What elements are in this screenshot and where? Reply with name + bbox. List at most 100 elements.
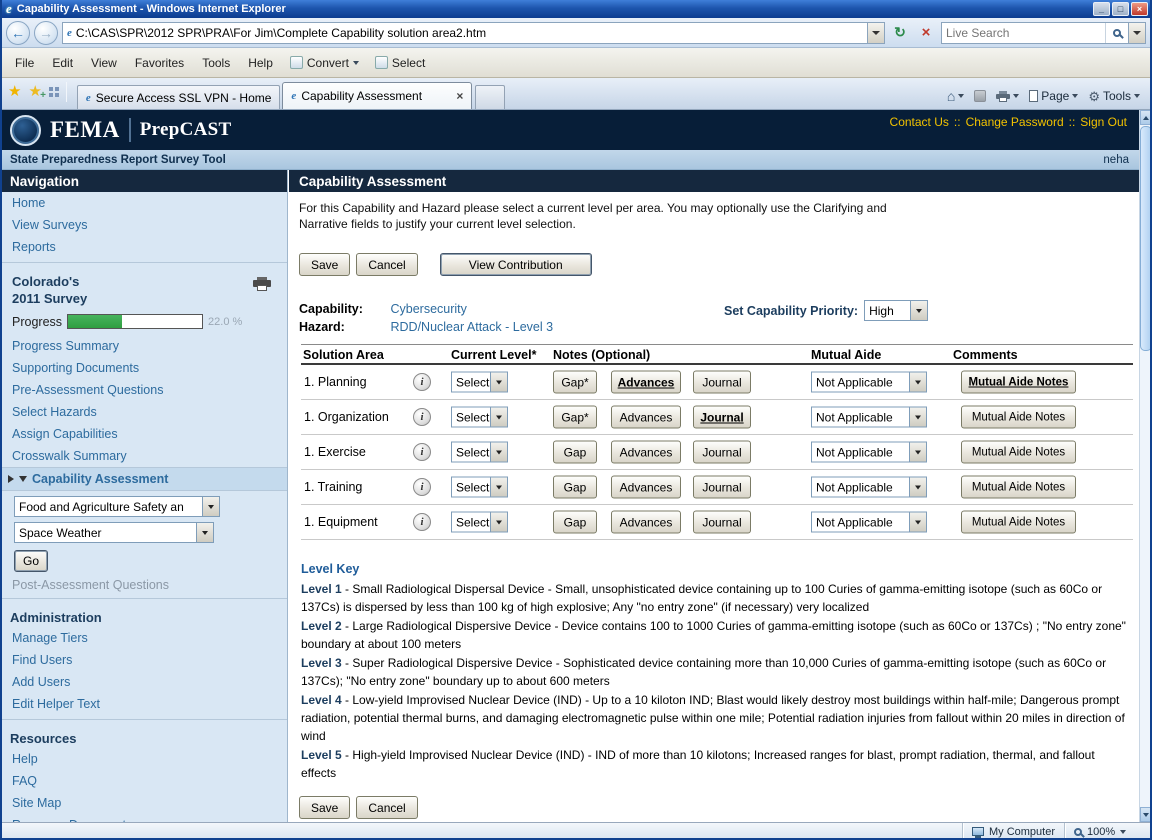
mutual-aide-select[interactable]: Not Applicable (811, 372, 927, 393)
tab-close-icon[interactable]: × (456, 89, 463, 103)
current-level-select[interactable]: Select (451, 372, 508, 393)
printer-icon[interactable] (253, 277, 271, 291)
advances-button[interactable]: Advances (611, 371, 681, 394)
close-button[interactable]: × (1131, 2, 1148, 16)
maximize-button[interactable]: □ (1112, 2, 1129, 16)
feeds-button[interactable] (974, 90, 986, 102)
select-button[interactable]: Select (367, 52, 433, 74)
mutual-aide-select[interactable]: Not Applicable (811, 512, 927, 533)
forward-button[interactable]: → (34, 21, 58, 45)
sidebar-item-resource-documents[interactable]: Resource Documents (0, 814, 287, 822)
scroll-up-button[interactable] (1140, 110, 1152, 125)
home-button[interactable]: ⌂ (947, 89, 964, 103)
hazard-select[interactable]: Space Weather (14, 522, 214, 543)
gap-button[interactable]: Gap (553, 511, 597, 534)
info-icon[interactable]: i (413, 443, 431, 461)
stop-button[interactable]: × (915, 22, 937, 44)
cancel-button[interactable]: Cancel (356, 253, 417, 276)
mutual-aide-select[interactable]: Not Applicable (811, 442, 927, 463)
capability-select[interactable]: Food and Agriculture Safety an (14, 496, 220, 517)
priority-select[interactable]: High (864, 300, 928, 321)
gap-button[interactable]: Gap* (553, 371, 597, 394)
sign-out-link[interactable]: Sign Out (1080, 115, 1127, 129)
sidebar-item-manage-tiers[interactable]: Manage Tiers (0, 627, 287, 649)
cancel-button-bottom[interactable]: Cancel (356, 796, 417, 819)
zoom-control[interactable]: 100% (1064, 823, 1152, 840)
scrollbar-thumb[interactable] (1140, 126, 1152, 351)
page-button[interactable]: Page (1029, 89, 1078, 103)
mutual-aide-notes-button[interactable]: Mutual Aide Notes (961, 511, 1076, 534)
menu-favorites[interactable]: Favorites (126, 53, 193, 73)
refresh-button[interactable]: ↻ (889, 22, 911, 44)
go-button[interactable]: Go (14, 550, 48, 572)
address-field[interactable]: e (62, 22, 885, 44)
current-level-select[interactable]: Select (451, 477, 508, 498)
sidebar-item-edit-helper-text[interactable]: Edit Helper Text (0, 693, 287, 715)
address-input[interactable] (76, 26, 867, 40)
mutual-aide-notes-button[interactable]: Mutual Aide Notes (961, 371, 1076, 394)
sidebar-item-progress-summary[interactable]: Progress Summary (0, 335, 287, 357)
sidebar-item-crosswalk-summary[interactable]: Crosswalk Summary (0, 445, 287, 467)
tab-ssl-vpn[interactable]: e Secure Access SSL VPN - Home (77, 85, 281, 109)
minimize-button[interactable]: _ (1093, 2, 1110, 16)
search-dropdown-button[interactable] (1128, 23, 1145, 43)
current-level-select[interactable]: Select (451, 512, 508, 533)
address-dropdown-button[interactable] (867, 23, 884, 43)
new-tab-stub[interactable] (475, 85, 505, 109)
change-password-link[interactable]: Change Password (966, 115, 1064, 129)
mutual-aide-notes-button[interactable]: Mutual Aide Notes (961, 476, 1076, 499)
menu-file[interactable]: File (6, 53, 43, 73)
view-contribution-button[interactable]: View Contribution (440, 253, 592, 276)
advances-button[interactable]: Advances (611, 406, 681, 429)
mutual-aide-notes-button[interactable]: Mutual Aide Notes (961, 441, 1076, 464)
menu-edit[interactable]: Edit (43, 53, 82, 73)
gap-button[interactable]: Gap (553, 476, 597, 499)
search-input[interactable] (942, 26, 1105, 40)
sidebar-item-supporting-documents[interactable]: Supporting Documents (0, 357, 287, 379)
advances-button[interactable]: Advances (611, 511, 681, 534)
print-button[interactable] (996, 91, 1019, 102)
sidebar-item-home[interactable]: Home (0, 192, 287, 214)
tab-capability-assessment[interactable]: e Capability Assessment × (282, 82, 472, 109)
sidebar-item-find-users[interactable]: Find Users (0, 649, 287, 671)
sidebar-item-capability-assessment[interactable]: Capability Assessment (0, 467, 287, 491)
search-magnifier-icon[interactable] (1105, 23, 1128, 43)
gap-button[interactable]: Gap* (553, 406, 597, 429)
sidebar-item-help[interactable]: Help (0, 748, 287, 770)
journal-button[interactable]: Journal (693, 406, 751, 429)
journal-button[interactable]: Journal (693, 371, 751, 394)
convert-button[interactable]: Convert (282, 52, 367, 74)
vertical-scrollbar[interactable] (1139, 110, 1152, 822)
back-button[interactable]: ← (6, 21, 30, 45)
menu-view[interactable]: View (82, 53, 126, 73)
mutual-aide-select[interactable]: Not Applicable (811, 407, 927, 428)
scroll-down-button[interactable] (1140, 807, 1152, 822)
sidebar-item-add-users[interactable]: Add Users (0, 671, 287, 693)
gap-button[interactable]: Gap (553, 441, 597, 464)
save-button-bottom[interactable]: Save (299, 796, 350, 819)
save-button[interactable]: Save (299, 253, 350, 276)
current-level-select[interactable]: Select (451, 407, 508, 428)
journal-button[interactable]: Journal (693, 441, 751, 464)
sidebar-item-select-hazards[interactable]: Select Hazards (0, 401, 287, 423)
contact-us-link[interactable]: Contact Us (890, 115, 949, 129)
journal-button[interactable]: Journal (693, 476, 751, 499)
tools-button[interactable]: ⚙Tools (1088, 89, 1140, 103)
info-icon[interactable]: i (413, 478, 431, 496)
menu-tools[interactable]: Tools (193, 53, 239, 73)
quick-tabs-icon[interactable] (49, 87, 53, 91)
current-level-select[interactable]: Select (451, 442, 508, 463)
mutual-aide-select[interactable]: Not Applicable (811, 477, 927, 498)
sidebar-item-site-map[interactable]: Site Map (0, 792, 287, 814)
mutual-aide-notes-button[interactable]: Mutual Aide Notes (961, 406, 1076, 429)
sidebar-item-faq[interactable]: FAQ (0, 770, 287, 792)
info-icon[interactable]: i (413, 373, 431, 391)
sidebar-item-pre-assessment-questions[interactable]: Pre-Assessment Questions (0, 379, 287, 401)
info-icon[interactable]: i (413, 408, 431, 426)
sidebar-item-reports[interactable]: Reports (0, 236, 287, 258)
add-favorite-icon[interactable]: ★+ (28, 84, 41, 99)
advances-button[interactable]: Advances (611, 476, 681, 499)
sidebar-item-assign-capabilities[interactable]: Assign Capabilities (0, 423, 287, 445)
search-box[interactable] (941, 22, 1146, 44)
favorites-star-icon[interactable]: ★ (8, 84, 21, 99)
